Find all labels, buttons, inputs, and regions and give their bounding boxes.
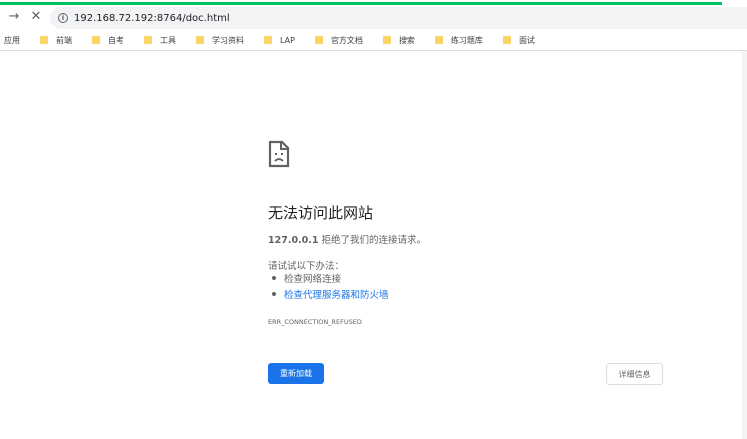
info-icon[interactable]: i — [58, 13, 68, 23]
bookmark-folder[interactable]: 练习题库 — [434, 35, 483, 46]
bookmark-label: 官方文档 — [330, 35, 363, 45]
error-title: 无法访问此网站 — [268, 204, 374, 222]
bookmark-folder[interactable]: 工具 — [144, 35, 176, 46]
suggestion-list: 检查网络连接 检查代理服务器和防火墙 — [268, 271, 389, 303]
address-text: 192.168.72.192:8764/doc.html — [74, 12, 230, 24]
folder-icon — [382, 36, 391, 44]
bookmark-label: 搜索 — [398, 35, 415, 45]
bookmark-folder[interactable]: 面试 — [502, 35, 535, 46]
error-message-text: 拒绝了我们的连接请求。 — [318, 235, 427, 246]
folder-icon — [502, 36, 511, 44]
toolbar-divider — [0, 50, 747, 51]
bookmark-folder[interactable]: 官方文档 — [314, 35, 363, 46]
bookmark-label: 学习资料 — [212, 35, 244, 45]
bookmark-label: 自考 — [108, 35, 124, 45]
stop-icon[interactable]: ✕ — [28, 9, 44, 25]
bookmarks-bar: 应用 前端 自考 工具 学习资料 LAP 官方文档 搜索 练习题库 面试 — [4, 32, 555, 48]
bookmark-folder[interactable]: 前端 — [40, 35, 72, 46]
page-load-progress — [0, 2, 722, 5]
address-bar[interactable]: i 192.168.72.192:8764/doc.html — [50, 7, 747, 29]
bookmark-label: 前端 — [56, 35, 72, 45]
folder-icon — [196, 36, 204, 44]
folder-icon — [434, 36, 443, 44]
bookmark-folder[interactable]: 学习资料 — [196, 35, 244, 46]
error-content: 无法访问此网站 127.0.0.1 拒绝了我们的连接请求。 请试试以下办法： 检… — [268, 140, 668, 326]
folder-icon — [314, 36, 323, 44]
folder-icon — [264, 36, 272, 44]
bookmark-folder[interactable]: LAP — [264, 36, 295, 45]
suggestion-link-proxy[interactable]: 检查代理服务器和防火墙 — [268, 287, 389, 303]
reload-button[interactable]: 重新加载 — [268, 363, 324, 384]
details-button[interactable]: 详细信息 — [606, 363, 663, 385]
bookmark-apps[interactable]: 应用 — [4, 35, 20, 46]
bookmark-folder[interactable]: 自考 — [92, 35, 124, 46]
folder-icon — [144, 36, 152, 44]
try-label: 请试试以下办法： — [268, 261, 345, 272]
sad-page-icon — [268, 140, 290, 168]
bookmark-label: 面试 — [518, 35, 535, 45]
scrollbar[interactable] — [742, 51, 747, 439]
error-host: 127.0.0.1 — [268, 235, 319, 246]
bookmark-label: 练习题库 — [450, 35, 483, 45]
folder-icon — [92, 36, 100, 44]
bookmark-label: LAP — [280, 35, 295, 45]
suggestion-item: 检查网络连接 — [268, 271, 389, 287]
error-code: ERR_CONNECTION_REFUSED — [268, 318, 362, 326]
bookmark-folder[interactable]: 搜索 — [382, 35, 415, 46]
forward-icon[interactable]: → — [6, 9, 22, 25]
bookmark-label: 工具 — [160, 35, 176, 45]
navigation-bar: → ✕ i 192.168.72.192:8764/doc.html — [0, 6, 747, 30]
folder-icon — [40, 36, 48, 44]
bookmark-label: 应用 — [4, 35, 20, 45]
error-message: 127.0.0.1 拒绝了我们的连接请求。 — [268, 232, 426, 246]
